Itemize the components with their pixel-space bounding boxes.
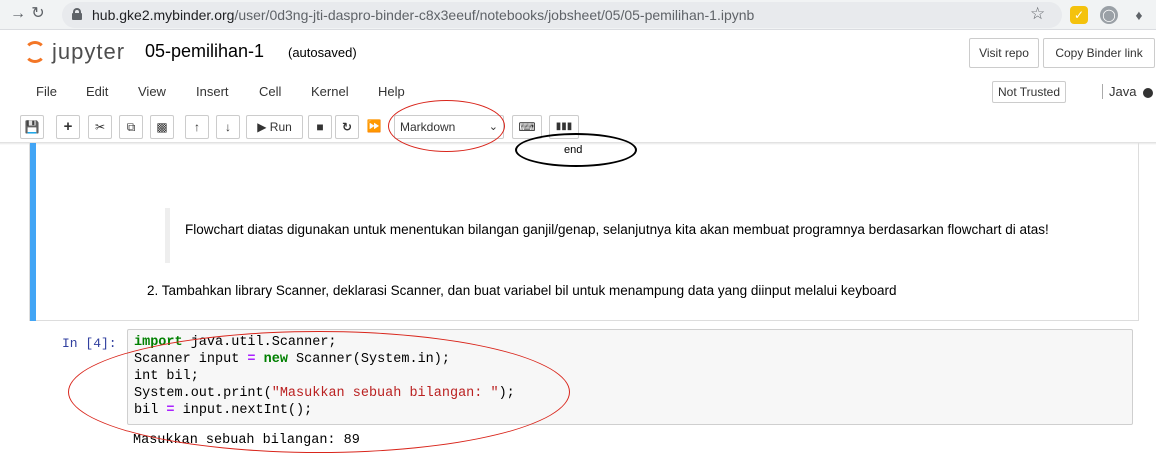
browser-toolbar: → ↻ hub.gke2.mybinder.org/user/0d3ng-jti… [0,0,1156,30]
visit-repo-button[interactable]: Visit repo [969,38,1039,68]
selected-cell-indicator [30,143,36,321]
jupyter-logo-text[interactable]: jupyter [52,39,125,65]
kernel-name: Java [1102,84,1136,99]
puzzle-icon[interactable]: ♦ [1130,6,1148,24]
not-trusted-button[interactable]: Not Trusted [992,81,1066,103]
forward-arrow-icon[interactable]: → [8,4,28,24]
add-cell-icon[interactable]: + [56,115,80,139]
paste-icon[interactable]: ▩ [150,115,174,139]
menu-view[interactable]: View [138,84,166,99]
blockquote: Flowchart diatas digunakan untuk menentu… [165,208,1065,263]
stop-icon[interactable]: ■ [308,115,332,139]
address-bar[interactable]: hub.gke2.mybinder.org/user/0d3ng-jti-das… [62,2,1062,28]
notebook-header: jupyter 05-pemilihan-1 (autosaved) Visit… [0,31,1156,77]
save-icon[interactable]: 💾 [20,115,44,139]
menu-cell[interactable]: Cell [259,84,281,99]
kernel-status-icon [1143,88,1153,98]
notebook-title[interactable]: 05-pemilihan-1 [145,41,264,62]
chevron-down-icon: ⌄ [488,121,498,133]
jupyter-logo-icon[interactable] [24,41,46,63]
code-line: bil = input.nextInt(); [134,403,313,418]
keyboard-icon[interactable]: ⌨ [512,115,542,139]
menu-kernel[interactable]: Kernel [311,84,349,99]
lock-icon [72,8,82,20]
code-line: int bil; [134,369,199,384]
bookmark-star-icon[interactable]: ☆ [1030,4,1045,24]
run-label: Run [269,120,292,134]
code-line: System.out.print("Masukkan sebuah bilang… [134,386,515,401]
input-prompt: In [4]: [62,336,117,351]
restart-icon[interactable]: ↻ [335,115,359,139]
move-up-icon[interactable]: ↑ [185,115,209,139]
move-down-icon[interactable]: ↓ [216,115,240,139]
menu-file[interactable]: File [36,84,57,99]
play-icon: ▶ [257,120,267,134]
markdown-cell[interactable]: end Flowchart diatas digunakan untuk men… [29,133,1139,321]
flowchart-end-label: end [564,144,583,156]
cell-type-value: Markdown [400,120,456,134]
menu-edit[interactable]: Edit [86,84,108,99]
code-editor[interactable]: import java.util.Scanner; Scanner input … [127,329,1133,425]
cell-type-select[interactable]: Markdown ⌄ [394,115,504,139]
code-line: Scanner input = new Scanner(System.in); [134,352,450,367]
autosave-status: (autosaved) [288,45,357,60]
menu-bar: File Edit View Insert Cell Kernel Help N… [20,79,1156,107]
url-host: hub.gke2.mybinder.org [92,7,235,23]
menu-help[interactable]: Help [378,84,405,99]
cell-output: Masukkan sebuah bilangan: 89 [133,433,360,448]
copy-icon[interactable]: ⧉ [119,115,143,139]
menu-insert[interactable]: Insert [196,84,229,99]
extension-icon[interactable]: ✓ [1070,6,1088,24]
code-line: import java.util.Scanner; [134,335,337,350]
url-text: hub.gke2.mybinder.org/user/0d3ng-jti-das… [92,7,754,23]
fast-forward-icon[interactable]: ⏩ [362,115,386,139]
reload-icon[interactable]: ↻ [28,4,48,24]
url-path: /user/0d3ng-jti-daspro-binder-c8x3eeuf/n… [234,7,755,23]
copy-binder-link-button[interactable]: Copy Binder link [1043,38,1155,68]
list-item: 2. Tambahkan library Scanner, deklarasi … [147,283,897,298]
shield-extension-icon[interactable]: ◯ [1100,6,1118,24]
run-button[interactable]: ▶ Run [246,115,303,139]
cut-icon[interactable]: ✂ [88,115,112,139]
